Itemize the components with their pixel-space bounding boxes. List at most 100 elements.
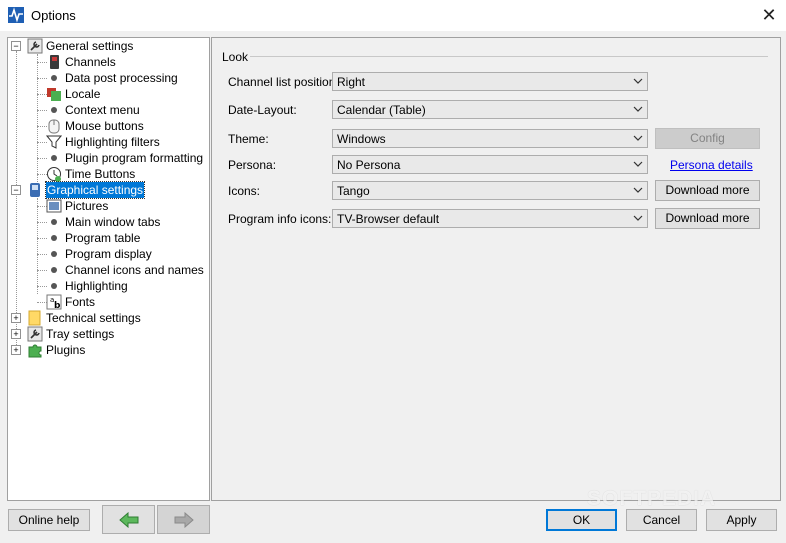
tree-item-label: General settings: [46, 39, 134, 53]
paint-icon: [30, 183, 40, 197]
chevron-down-icon: [633, 215, 643, 221]
date-layout-select[interactable]: Calendar (Table): [332, 100, 648, 119]
tree-item-highlighting[interactable]: Highlighting: [8, 278, 207, 294]
tray-icon: [27, 326, 43, 342]
tree-item-label: Fonts: [65, 295, 96, 309]
expand-icon[interactable]: +: [11, 345, 21, 355]
tree-item-label: Technical settings: [46, 311, 141, 325]
date-layout-label: Date-Layout:: [228, 103, 297, 117]
arrow-right-icon: [174, 512, 194, 528]
group-divider: [250, 56, 768, 57]
tree-item-label: Plugins: [46, 343, 86, 357]
online-help-button[interactable]: Online help: [8, 509, 90, 531]
tree-item-plugins[interactable]: + Plugins: [8, 342, 207, 358]
look-group-title: Look: [222, 50, 249, 64]
arrow-left-icon: [119, 512, 139, 528]
download-more-program-info-icons-button[interactable]: Download more: [655, 208, 760, 229]
tree-item-tray-settings[interactable]: + Tray settings: [8, 326, 207, 342]
chevron-down-icon: [633, 161, 643, 167]
select-value: Windows: [337, 132, 386, 146]
tree-item-label: Channel icons and names: [65, 263, 204, 277]
tree-item-label: Pictures: [65, 199, 109, 213]
bullet-icon: [51, 267, 57, 273]
tree-item-highlighting-filters[interactable]: Highlighting filters: [8, 134, 207, 150]
tree-item-label: Highlighting filters: [65, 135, 160, 149]
tree-item-data-post-processing[interactable]: Data post processing: [8, 70, 207, 86]
bullet-icon: [51, 155, 57, 161]
tree-item-channel-icons-and-names[interactable]: Channel icons and names: [8, 262, 207, 278]
tree-item-mouse-buttons[interactable]: Mouse buttons: [8, 118, 207, 134]
channel-list-position-label: Channel list position:: [228, 75, 339, 89]
forward-button[interactable]: [157, 505, 210, 534]
expand-icon[interactable]: +: [11, 329, 21, 339]
collapse-icon[interactable]: −: [11, 41, 21, 51]
tree-item-technical-settings[interactable]: + Technical settings: [8, 310, 207, 326]
cancel-button[interactable]: Cancel: [626, 509, 697, 531]
tree-item-label: Program table: [65, 231, 141, 245]
bullet-icon: [51, 75, 57, 81]
chevron-down-icon: [633, 78, 643, 84]
picture-icon: [46, 199, 62, 213]
font-icon: ab: [46, 294, 62, 310]
bullet-icon: [51, 251, 57, 257]
bullet-icon: [51, 283, 57, 289]
tree-item-label: Main window tabs: [65, 215, 161, 229]
clock-icon: [47, 167, 61, 182]
program-info-icons-select[interactable]: TV-Browser default: [332, 209, 648, 228]
channel-list-position-select[interactable]: Right: [332, 72, 648, 91]
window-title: Options: [31, 8, 76, 23]
select-value: Right: [337, 75, 366, 89]
tree-item-fonts[interactable]: ab Fonts: [8, 294, 207, 310]
tree-item-label: Mouse buttons: [65, 119, 144, 133]
puzzle-icon: [28, 344, 42, 358]
tree-item-label: Locale: [65, 87, 101, 101]
program-info-icons-label: Program info icons:: [228, 212, 332, 226]
svg-text:b: b: [54, 301, 61, 310]
back-button[interactable]: [102, 505, 155, 534]
download-more-icons-button[interactable]: Download more: [655, 180, 760, 201]
title-bar: Options ✕: [0, 0, 786, 31]
bullet-icon: [51, 219, 57, 225]
config-button[interactable]: Config: [655, 128, 760, 149]
tree-item-context-menu[interactable]: Context menu: [8, 102, 207, 118]
theme-select[interactable]: Windows: [332, 129, 648, 148]
collapse-icon[interactable]: −: [11, 185, 21, 195]
persona-details-link[interactable]: Persona details: [670, 158, 753, 172]
icons-select[interactable]: Tango: [332, 181, 648, 200]
apply-button[interactable]: Apply: [706, 509, 777, 531]
wrench-icon: [27, 38, 43, 54]
chevron-down-icon: [633, 187, 643, 193]
persona-select[interactable]: No Persona: [332, 155, 648, 174]
tree-item-label: Tray settings: [46, 327, 115, 341]
filter-icon: [46, 135, 62, 149]
tree-item-label: Plugin program formatting: [65, 151, 204, 165]
tree-item-label: Highlighting: [65, 279, 128, 293]
locale-icon: [47, 88, 61, 101]
close-icon[interactable]: ✕: [756, 4, 782, 26]
tree-item-label: Graphical settings: [44, 181, 146, 199]
tree-item-channels[interactable]: Channels: [8, 54, 207, 70]
select-value: Tango: [337, 184, 370, 198]
tree-item-graphical-settings[interactable]: − Graphical settings: [8, 181, 207, 199]
tree-item-label: Channels: [65, 55, 116, 69]
tree-item-main-window-tabs[interactable]: Main window tabs: [8, 214, 207, 230]
tree-item-program-table[interactable]: Program table: [8, 230, 207, 246]
tree-item-locale[interactable]: Locale: [8, 86, 207, 102]
tree-item-label: Context menu: [65, 103, 140, 117]
tv-icon: [50, 55, 59, 69]
tree-item-time-buttons[interactable]: Time Buttons: [8, 166, 207, 182]
tree-item-general-settings[interactable]: − General settings: [8, 38, 207, 54]
mouse-icon: [48, 119, 60, 134]
tree-item-label: Program display: [65, 247, 152, 261]
chevron-down-icon: [633, 106, 643, 112]
theme-label: Theme:: [228, 132, 269, 146]
tree-item-plugin-program-formatting[interactable]: Plugin program formatting: [8, 150, 207, 166]
expand-icon[interactable]: +: [11, 313, 21, 323]
select-value: TV-Browser default: [337, 212, 440, 226]
ok-button[interactable]: OK: [546, 509, 617, 531]
bullet-icon: [51, 235, 57, 241]
app-icon: [8, 7, 24, 23]
tree-item-pictures[interactable]: Pictures: [8, 198, 207, 214]
tree-item-program-display[interactable]: Program display: [8, 246, 207, 262]
persona-label: Persona:: [228, 158, 277, 172]
